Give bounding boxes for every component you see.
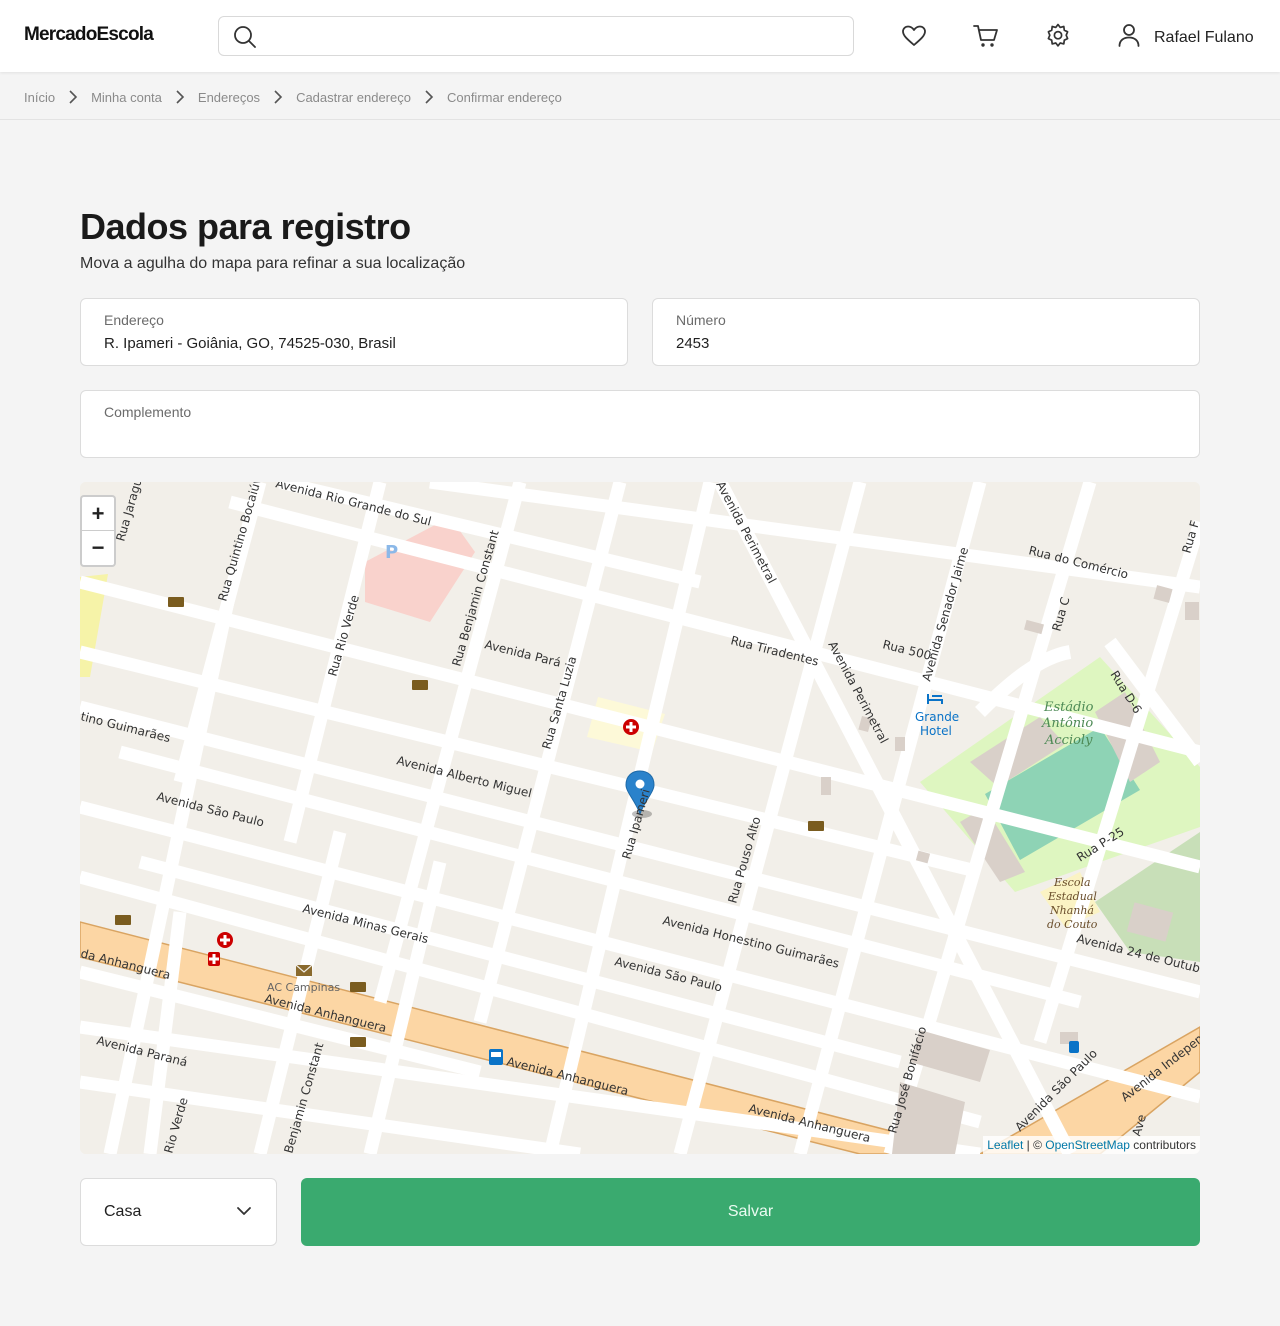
number-input[interactable] (676, 335, 1176, 352)
zoom-control: + − (80, 495, 116, 567)
chevron-right-icon (417, 86, 441, 108)
school-label: Escola (1053, 876, 1091, 889)
page-subtitle: Mova a agulha do mapa para refinar a sua… (80, 255, 466, 272)
stadium-label: Estádio (1043, 700, 1094, 715)
complement-label: Complemento (104, 404, 192, 420)
attribution-separator: | © (1023, 1138, 1046, 1152)
breadcrumb-minha-conta[interactable]: Minha conta (91, 90, 162, 105)
search-bar[interactable] (218, 16, 854, 56)
attribution-suffix: contributors (1129, 1138, 1196, 1152)
search-input[interactable] (267, 17, 837, 55)
page-title: Dados para registro (80, 206, 411, 247)
address-input[interactable] (104, 335, 604, 352)
number-field[interactable]: Número (652, 298, 1200, 366)
post-office-icon (295, 964, 313, 976)
breadcrumb: Início Minha conta Endereços Cadastrar e… (24, 86, 562, 108)
cart-icon[interactable] (973, 23, 999, 49)
map-tiles[interactable]: P Avenida Rio Grande do Sul Rua Jaraguá … (80, 482, 1200, 1154)
map-attribution: Leaflet | © OpenStreetMap contributors (983, 1136, 1200, 1154)
heart-icon[interactable] (901, 23, 927, 49)
number-label: Número (676, 312, 726, 328)
stadium-label: Antônio (1041, 716, 1093, 731)
search-icon (233, 25, 257, 54)
map[interactable]: P Avenida Rio Grande do Sul Rua Jaraguá … (80, 482, 1200, 1154)
address-field[interactable]: Endereço (80, 298, 628, 366)
chevron-right-icon (61, 86, 85, 108)
zoom-in-button[interactable]: + (82, 497, 114, 531)
gear-icon[interactable] (1045, 23, 1071, 49)
zoom-out-button[interactable]: − (82, 531, 114, 565)
address-type-value: Casa (104, 1203, 142, 1220)
user-name: Rafael Fulano (1154, 28, 1254, 46)
address-type-select[interactable]: Casa (80, 1178, 277, 1246)
breadcrumb-enderecos[interactable]: Endereços (198, 90, 260, 105)
chevron-right-icon (168, 86, 192, 108)
breadcrumb-cadastrar-endereco[interactable]: Cadastrar endereço (296, 90, 411, 105)
breadcrumb-inicio[interactable]: Início (24, 90, 55, 105)
school-label: do Couto (1047, 918, 1098, 931)
logo[interactable]: MercadoEscola (24, 24, 154, 46)
hotel-label: Grande (915, 710, 959, 724)
breadcrumb-divider (0, 119, 1280, 120)
complement-field[interactable]: Complemento (80, 390, 1200, 458)
complement-input[interactable] (104, 427, 1176, 444)
hotel-label: Hotel (920, 724, 952, 738)
parking-label: P (385, 542, 398, 563)
chevron-right-icon (266, 86, 290, 108)
user-icon (1116, 22, 1142, 53)
hospital-icon (217, 932, 233, 948)
breadcrumb-confirmar-endereco: Confirmar endereço (446, 89, 562, 105)
school-label: Nhanhá (1049, 904, 1094, 917)
user-menu[interactable]: Rafael Fulano (1116, 22, 1254, 53)
school-label: Estadual (1047, 890, 1097, 903)
top-header: MercadoEscola Rafael Fulano (0, 0, 1280, 72)
pharmacy-icon (208, 952, 220, 966)
address-label: Endereço (104, 312, 164, 328)
chevron-down-icon (236, 1203, 252, 1224)
post-office-label: AC Campinas (267, 981, 340, 994)
stadium-label: Accioly (1044, 733, 1093, 748)
osm-link[interactable]: OpenStreetMap (1045, 1138, 1130, 1152)
leaflet-link[interactable]: Leaflet (987, 1138, 1023, 1152)
save-button[interactable]: Salvar (301, 1178, 1200, 1246)
hospital-icon (623, 719, 639, 735)
